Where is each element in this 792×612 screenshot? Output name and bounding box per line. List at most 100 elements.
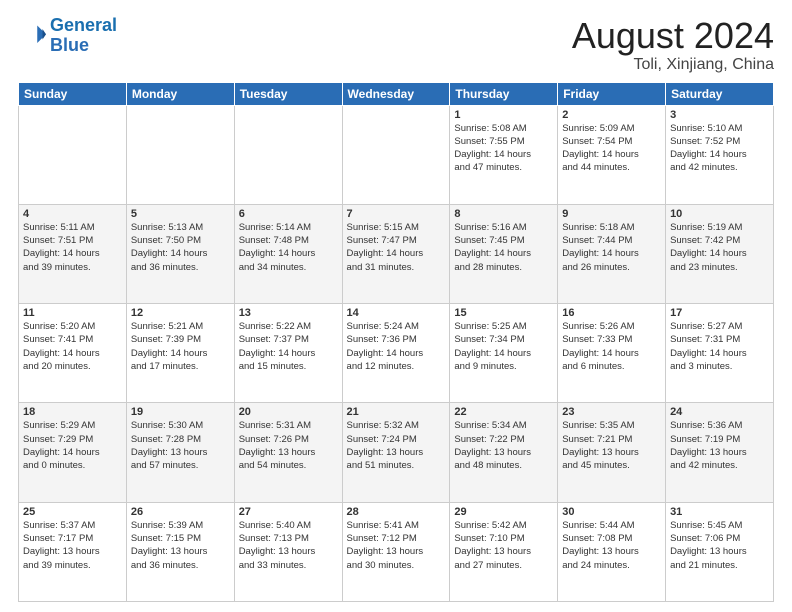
day-info: Sunrise: 5:19 AM Sunset: 7:42 PM Dayligh… xyxy=(670,221,769,274)
day-number: 15 xyxy=(454,307,553,319)
day-number: 29 xyxy=(454,506,553,518)
calendar-cell: 30Sunrise: 5:44 AM Sunset: 7:08 PM Dayli… xyxy=(558,502,666,601)
calendar-cell: 20Sunrise: 5:31 AM Sunset: 7:26 PM Dayli… xyxy=(234,403,342,502)
day-number: 11 xyxy=(23,307,122,319)
day-number: 2 xyxy=(562,109,661,121)
month-title: August 2024 xyxy=(572,16,774,56)
day-info: Sunrise: 5:37 AM Sunset: 7:17 PM Dayligh… xyxy=(23,519,122,572)
day-info: Sunrise: 5:45 AM Sunset: 7:06 PM Dayligh… xyxy=(670,519,769,572)
day-info: Sunrise: 5:26 AM Sunset: 7:33 PM Dayligh… xyxy=(562,320,661,373)
day-info: Sunrise: 5:44 AM Sunset: 7:08 PM Dayligh… xyxy=(562,519,661,572)
logo-line1: General xyxy=(50,15,117,35)
day-info: Sunrise: 5:22 AM Sunset: 7:37 PM Dayligh… xyxy=(239,320,338,373)
header: General Blue August 2024 Toli, Xinjiang,… xyxy=(18,16,774,74)
calendar: Sunday Monday Tuesday Wednesday Thursday… xyxy=(18,82,774,602)
day-info: Sunrise: 5:39 AM Sunset: 7:15 PM Dayligh… xyxy=(131,519,230,572)
calendar-cell xyxy=(342,105,450,204)
calendar-cell: 7Sunrise: 5:15 AM Sunset: 7:47 PM Daylig… xyxy=(342,204,450,303)
calendar-cell: 28Sunrise: 5:41 AM Sunset: 7:12 PM Dayli… xyxy=(342,502,450,601)
day-info: Sunrise: 5:13 AM Sunset: 7:50 PM Dayligh… xyxy=(131,221,230,274)
day-number: 23 xyxy=(562,406,661,418)
week-row-0: 1Sunrise: 5:08 AM Sunset: 7:55 PM Daylig… xyxy=(19,105,774,204)
day-number: 16 xyxy=(562,307,661,319)
day-number: 18 xyxy=(23,406,122,418)
day-number: 14 xyxy=(347,307,446,319)
calendar-cell: 18Sunrise: 5:29 AM Sunset: 7:29 PM Dayli… xyxy=(19,403,127,502)
calendar-cell: 31Sunrise: 5:45 AM Sunset: 7:06 PM Dayli… xyxy=(666,502,774,601)
day-number: 31 xyxy=(670,506,769,518)
col-sunday: Sunday xyxy=(19,82,127,105)
day-number: 3 xyxy=(670,109,769,121)
calendar-cell: 10Sunrise: 5:19 AM Sunset: 7:42 PM Dayli… xyxy=(666,204,774,303)
calendar-table: Sunday Monday Tuesday Wednesday Thursday… xyxy=(18,82,774,602)
day-number: 28 xyxy=(347,506,446,518)
day-number: 8 xyxy=(454,208,553,220)
logo-line2: Blue xyxy=(50,35,89,55)
logo-icon xyxy=(18,22,46,50)
calendar-cell: 2Sunrise: 5:09 AM Sunset: 7:54 PM Daylig… xyxy=(558,105,666,204)
day-number: 20 xyxy=(239,406,338,418)
col-saturday: Saturday xyxy=(666,82,774,105)
header-row: Sunday Monday Tuesday Wednesday Thursday… xyxy=(19,82,774,105)
week-row-4: 25Sunrise: 5:37 AM Sunset: 7:17 PM Dayli… xyxy=(19,502,774,601)
calendar-cell: 16Sunrise: 5:26 AM Sunset: 7:33 PM Dayli… xyxy=(558,304,666,403)
week-row-3: 18Sunrise: 5:29 AM Sunset: 7:29 PM Dayli… xyxy=(19,403,774,502)
day-number: 24 xyxy=(670,406,769,418)
col-tuesday: Tuesday xyxy=(234,82,342,105)
title-block: August 2024 Toli, Xinjiang, China xyxy=(572,16,774,74)
day-info: Sunrise: 5:34 AM Sunset: 7:22 PM Dayligh… xyxy=(454,419,553,472)
calendar-cell: 17Sunrise: 5:27 AM Sunset: 7:31 PM Dayli… xyxy=(666,304,774,403)
day-info: Sunrise: 5:18 AM Sunset: 7:44 PM Dayligh… xyxy=(562,221,661,274)
calendar-cell: 24Sunrise: 5:36 AM Sunset: 7:19 PM Dayli… xyxy=(666,403,774,502)
day-info: Sunrise: 5:35 AM Sunset: 7:21 PM Dayligh… xyxy=(562,419,661,472)
day-info: Sunrise: 5:16 AM Sunset: 7:45 PM Dayligh… xyxy=(454,221,553,274)
logo: General Blue xyxy=(18,16,117,56)
calendar-cell: 4Sunrise: 5:11 AM Sunset: 7:51 PM Daylig… xyxy=(19,204,127,303)
calendar-cell: 29Sunrise: 5:42 AM Sunset: 7:10 PM Dayli… xyxy=(450,502,558,601)
calendar-cell xyxy=(234,105,342,204)
day-info: Sunrise: 5:27 AM Sunset: 7:31 PM Dayligh… xyxy=(670,320,769,373)
page: General Blue August 2024 Toli, Xinjiang,… xyxy=(0,0,792,612)
day-number: 13 xyxy=(239,307,338,319)
day-info: Sunrise: 5:25 AM Sunset: 7:34 PM Dayligh… xyxy=(454,320,553,373)
calendar-cell: 3Sunrise: 5:10 AM Sunset: 7:52 PM Daylig… xyxy=(666,105,774,204)
calendar-cell: 11Sunrise: 5:20 AM Sunset: 7:41 PM Dayli… xyxy=(19,304,127,403)
calendar-cell: 1Sunrise: 5:08 AM Sunset: 7:55 PM Daylig… xyxy=(450,105,558,204)
calendar-cell: 14Sunrise: 5:24 AM Sunset: 7:36 PM Dayli… xyxy=(342,304,450,403)
calendar-cell: 27Sunrise: 5:40 AM Sunset: 7:13 PM Dayli… xyxy=(234,502,342,601)
day-info: Sunrise: 5:10 AM Sunset: 7:52 PM Dayligh… xyxy=(670,122,769,175)
day-info: Sunrise: 5:42 AM Sunset: 7:10 PM Dayligh… xyxy=(454,519,553,572)
day-number: 6 xyxy=(239,208,338,220)
day-number: 10 xyxy=(670,208,769,220)
week-row-1: 4Sunrise: 5:11 AM Sunset: 7:51 PM Daylig… xyxy=(19,204,774,303)
day-info: Sunrise: 5:08 AM Sunset: 7:55 PM Dayligh… xyxy=(454,122,553,175)
day-number: 5 xyxy=(131,208,230,220)
calendar-cell xyxy=(19,105,127,204)
calendar-cell: 26Sunrise: 5:39 AM Sunset: 7:15 PM Dayli… xyxy=(126,502,234,601)
calendar-cell: 15Sunrise: 5:25 AM Sunset: 7:34 PM Dayli… xyxy=(450,304,558,403)
day-info: Sunrise: 5:20 AM Sunset: 7:41 PM Dayligh… xyxy=(23,320,122,373)
day-info: Sunrise: 5:31 AM Sunset: 7:26 PM Dayligh… xyxy=(239,419,338,472)
day-number: 22 xyxy=(454,406,553,418)
day-number: 26 xyxy=(131,506,230,518)
day-number: 1 xyxy=(454,109,553,121)
day-number: 30 xyxy=(562,506,661,518)
day-number: 25 xyxy=(23,506,122,518)
calendar-cell: 19Sunrise: 5:30 AM Sunset: 7:28 PM Dayli… xyxy=(126,403,234,502)
day-info: Sunrise: 5:24 AM Sunset: 7:36 PM Dayligh… xyxy=(347,320,446,373)
day-info: Sunrise: 5:32 AM Sunset: 7:24 PM Dayligh… xyxy=(347,419,446,472)
calendar-cell: 25Sunrise: 5:37 AM Sunset: 7:17 PM Dayli… xyxy=(19,502,127,601)
day-info: Sunrise: 5:36 AM Sunset: 7:19 PM Dayligh… xyxy=(670,419,769,472)
day-info: Sunrise: 5:15 AM Sunset: 7:47 PM Dayligh… xyxy=(347,221,446,274)
day-number: 12 xyxy=(131,307,230,319)
calendar-cell: 5Sunrise: 5:13 AM Sunset: 7:50 PM Daylig… xyxy=(126,204,234,303)
calendar-cell xyxy=(126,105,234,204)
col-wednesday: Wednesday xyxy=(342,82,450,105)
day-info: Sunrise: 5:11 AM Sunset: 7:51 PM Dayligh… xyxy=(23,221,122,274)
calendar-cell: 21Sunrise: 5:32 AM Sunset: 7:24 PM Dayli… xyxy=(342,403,450,502)
day-info: Sunrise: 5:29 AM Sunset: 7:29 PM Dayligh… xyxy=(23,419,122,472)
col-thursday: Thursday xyxy=(450,82,558,105)
logo-text: General Blue xyxy=(50,16,117,56)
day-info: Sunrise: 5:21 AM Sunset: 7:39 PM Dayligh… xyxy=(131,320,230,373)
day-info: Sunrise: 5:09 AM Sunset: 7:54 PM Dayligh… xyxy=(562,122,661,175)
